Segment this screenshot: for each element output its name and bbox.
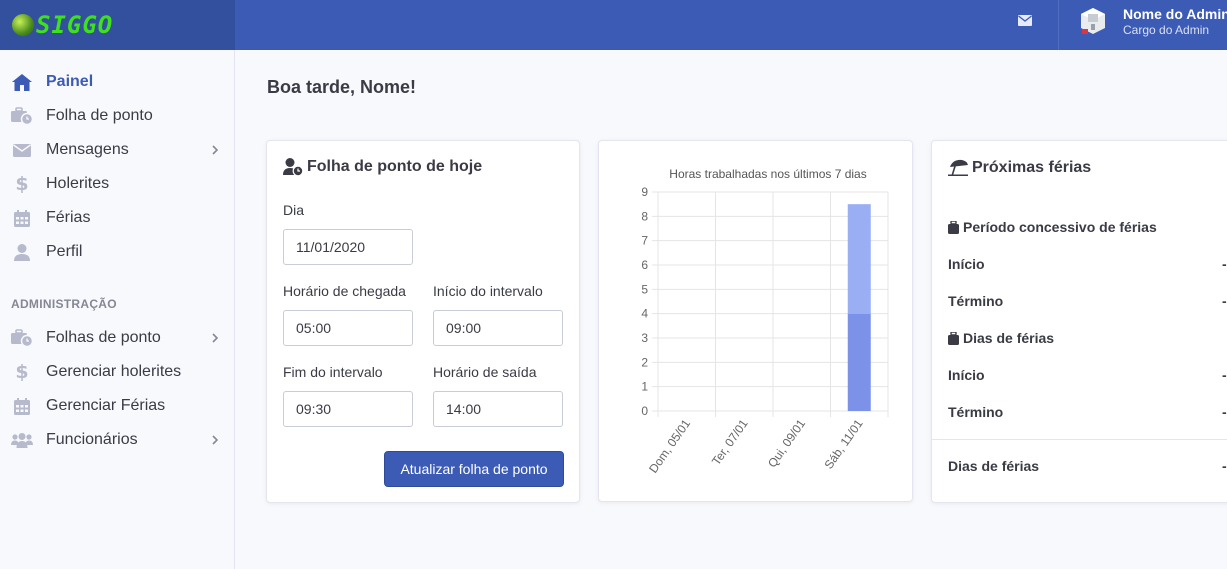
suitcase-icon <box>948 331 959 345</box>
sidebar-section-title: ADMINISTRAÇÃO <box>11 297 117 311</box>
hours-chart-card: Horas trabalhadas nos últimos 7 dias 0 1 2 3… <box>598 140 913 502</box>
total-days-label: Dias de férias <box>948 458 1040 474</box>
brand[interactable]: SIGGO <box>0 0 235 50</box>
y-tick-label: 3 <box>641 331 648 345</box>
arrival-label: Horário de chegada <box>283 283 406 299</box>
break-end-label: Fim do intervalo <box>283 364 383 380</box>
y-tick-label: 7 <box>641 234 648 248</box>
y-tick-label: 0 <box>641 404 648 418</box>
period-start-label: Início <box>948 256 985 272</box>
divider <box>932 439 1227 440</box>
home-icon <box>11 73 33 91</box>
sidebar-item-label: Férias <box>46 209 91 226</box>
sidebar-item-label: Gerenciar Férias <box>46 397 166 414</box>
timesheet-title: Folha de ponto de hoje <box>307 158 483 175</box>
bar <box>847 204 871 314</box>
user-icon <box>11 243 33 261</box>
sidebar-item-label: Perfil <box>46 243 83 260</box>
y-tick-label: 5 <box>641 282 648 296</box>
envelope-icon <box>11 141 33 159</box>
chevron-right-icon <box>212 435 219 445</box>
sidebar-item-mensagens[interactable]: Mensagens <box>0 133 234 167</box>
page-greeting: Boa tarde, Nome! <box>267 77 417 97</box>
y-tick-label: 4 <box>641 307 648 321</box>
days-start-label: Início <box>948 367 985 383</box>
y-tick-label: 9 <box>641 185 648 199</box>
sidebar: Painel Folha de ponto Mensagens $ Holeri… <box>0 50 235 569</box>
user-clock-icon <box>283 158 303 176</box>
sidebar-item-holerites[interactable]: $ Holerites <box>0 167 234 201</box>
sidebar-item-funcionarios[interactable]: Funcionários <box>0 423 234 457</box>
vacation-card: Próximas férias Período concessivo de fé… <box>931 140 1227 503</box>
break-end-field[interactable] <box>283 391 413 427</box>
exit-time-field[interactable] <box>433 391 563 427</box>
period-end-label: Término <box>948 293 1004 309</box>
break-start-field[interactable] <box>433 310 563 346</box>
hours-chart: Horas trabalhadas nos últimos 7 dias 0 1 2 3… <box>641 167 889 476</box>
y-tick-label: 8 <box>641 209 648 223</box>
sidebar-item-label: Painel <box>46 73 94 90</box>
y-tick-label: 6 <box>641 258 648 272</box>
sidebar-item-label: Mensagens <box>46 141 129 158</box>
arrival-time-field[interactable] <box>283 310 413 346</box>
user-name[interactable]: Nome do Admin <box>1123 6 1227 22</box>
vacation-title: Próximas férias <box>972 159 1092 176</box>
topbar-divider <box>1058 0 1059 50</box>
x-tick-label: Ter, 07/01 <box>709 416 751 467</box>
x-tick-label: Dom, 05/01 <box>646 416 693 475</box>
vacation-days-title: Dias de férias <box>948 330 1054 346</box>
x-tick-label: Qui, 09/01 <box>765 416 808 470</box>
vacation-days-label: Dias de férias <box>963 330 1055 346</box>
break-start-label: Início do intervalo <box>433 283 543 299</box>
umbrella-beach-icon <box>948 159 968 176</box>
x-tick-label: Sáb, 11/01 <box>821 416 865 471</box>
calendar-icon <box>11 209 33 227</box>
sidebar-item-label: Funcionários <box>46 431 138 448</box>
chart-title: Horas trabalhadas nos últimos 7 dias <box>669 167 866 181</box>
sidebar-item-label: Folhas de ponto <box>46 329 161 346</box>
sidebar-item-folha-de-ponto[interactable]: Folha de ponto <box>0 99 234 133</box>
sidebar-item-folhas-de-ponto[interactable]: Folhas de ponto <box>0 321 234 355</box>
sidebar-item-label: Holerites <box>46 175 110 192</box>
bar <box>847 313 871 411</box>
period-end-value: - <box>1222 293 1227 309</box>
brand-logo-text: SIGGO <box>36 11 114 39</box>
top-bar: SIGGO Nome do Admin Cargo do Admin <box>0 0 1227 50</box>
days-start-value: - <box>1222 367 1227 383</box>
exit-label: Horário de saída <box>433 364 537 380</box>
y-tick-label: 1 <box>641 380 648 394</box>
days-end-label: Término <box>948 404 1004 420</box>
sidebar-item-gerenciar-holerites[interactable]: $ Gerenciar holerites <box>0 355 234 389</box>
sidebar-item-painel[interactable]: Painel <box>0 65 234 99</box>
update-timesheet-button[interactable]: Atualizar folha de ponto <box>384 451 564 487</box>
day-field[interactable] <box>283 229 413 265</box>
sidebar-item-label: Gerenciar holerites <box>46 363 182 380</box>
sidebar-item-label: Folha de ponto <box>46 107 153 124</box>
envelope-icon[interactable] <box>1018 15 1032 26</box>
chevron-right-icon <box>212 145 219 155</box>
chevron-right-icon <box>212 333 219 343</box>
total-days-value: - <box>1222 458 1227 474</box>
concession-period-title: Período concessivo de férias <box>948 219 1157 235</box>
user-role: Cargo do Admin <box>1123 23 1210 37</box>
timesheet-card: Folha de ponto de hoje Dia Horário de ch… <box>266 140 580 503</box>
day-label: Dia <box>283 202 305 218</box>
briefcase-clock-icon <box>11 107 33 125</box>
period-start-value: - <box>1222 256 1227 272</box>
dollar-icon: $ <box>15 361 29 383</box>
sidebar-item-gerenciar-ferias[interactable]: Gerenciar Férias <box>0 389 234 423</box>
y-tick-label: 2 <box>641 355 648 369</box>
sidebar-item-ferias[interactable]: Férias <box>0 201 234 235</box>
briefcase-clock-icon <box>11 329 33 347</box>
days-end-value: - <box>1222 404 1227 420</box>
calendar-icon <box>11 397 33 415</box>
users-icon <box>11 431 33 449</box>
suitcase-icon <box>948 220 959 234</box>
dollar-icon: $ <box>15 173 29 195</box>
sidebar-item-perfil[interactable]: Perfil <box>0 235 234 269</box>
concession-period-label: Período concessivo de férias <box>963 219 1157 235</box>
avatar[interactable] <box>1080 8 1106 38</box>
globe-logo-icon <box>12 14 34 36</box>
